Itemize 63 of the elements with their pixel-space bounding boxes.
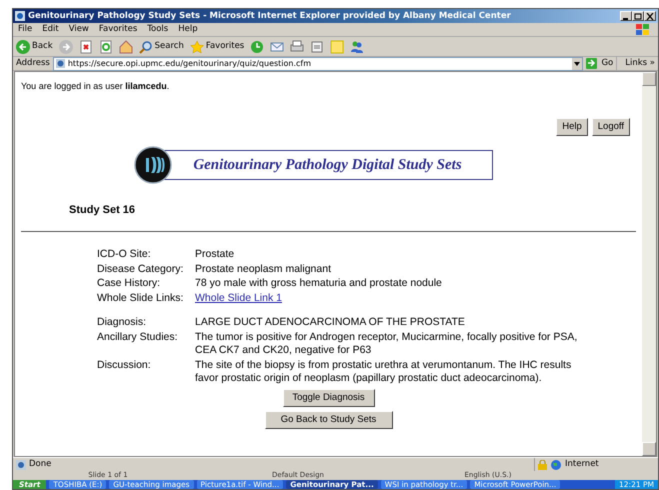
menu-item[interactable]: File: [13, 23, 38, 36]
star-icon: [190, 40, 204, 54]
field-value: The tumor is positive for Androgen receptor, Mucicarmine, focally positive for PSA, CEA CK7 and CK20, negative for P63: [195, 330, 578, 358]
field-label: Case History:: [97, 277, 162, 291]
forward-arrow-icon[interactable]: [58, 40, 73, 54]
close-icon: [646, 12, 654, 20]
envelope-icon[interactable]: [270, 40, 284, 54]
page-button[interactable]: Logoff: [592, 118, 630, 136]
field-value: 78 yo male with gross hematuria and prostate nodule: [195, 277, 443, 291]
field-value: Prostate: [195, 248, 236, 262]
favorites-button[interactable]: Favorites: [186, 40, 248, 54]
close-button[interactable]: [644, 11, 656, 21]
field-label: Discussion:: [97, 358, 152, 373]
status-text: Done: [29, 458, 52, 471]
document-icon[interactable]: [310, 40, 324, 54]
window-title: Genitourinary Pathology Study Sets - Microsoft Internet Explorer provided by Albany Medical Center: [28, 10, 511, 22]
field-value: LARGE DUCT ADENOCARCINOMA OF THE PROSTATE: [195, 316, 466, 330]
menu-item[interactable]: Tools: [142, 23, 174, 36]
minimize-button[interactable]: [620, 11, 632, 21]
page-icon: [16, 460, 26, 470]
go-button[interactable]: Go: [601, 57, 614, 70]
address-field[interactable]: https://secure.opi.upmc.edu/genitourinary/quiz/question.cfm: [52, 56, 584, 70]
go-arrow-icon: [586, 58, 598, 69]
lock-icon: [538, 460, 547, 470]
stop-icon[interactable]: [78, 40, 93, 54]
address-label: Address: [16, 57, 50, 70]
login-message: You are logged in as user lilamcedu.: [21, 80, 170, 93]
field-value: Prostate neoplasm malignant: [195, 262, 332, 276]
field-label: ICD-O Site:: [97, 248, 152, 262]
globe-icon: [551, 460, 561, 470]
back-button[interactable]: Back: [13, 40, 56, 54]
browser-icon: [15, 11, 25, 21]
people-icon[interactable]: [350, 40, 364, 54]
refresh-icon[interactable]: [98, 40, 113, 54]
page-button[interactable]: Help: [556, 118, 588, 136]
field-label: Whole Slide Links:: [97, 292, 184, 306]
menu-item[interactable]: Favorites: [94, 23, 142, 36]
back-arrow-icon: [16, 40, 30, 54]
windows-logo-icon: [634, 24, 650, 36]
field-label: Disease Category:: [97, 262, 184, 276]
logo-icon: [134, 146, 172, 184]
search-icon: [138, 40, 153, 54]
whole-slide-link[interactable]: Whole Slide Link 1: [195, 292, 282, 304]
home-icon[interactable]: [118, 40, 133, 54]
maximize-icon: [634, 12, 642, 20]
field-label: Ancillary Studies:: [97, 330, 179, 345]
study-set-heading: Study Set 16: [69, 202, 136, 218]
url-text: https://secure.opi.upmc.edu/genitourinary/quiz/question.cfm: [68, 58, 312, 70]
page-icon: [56, 59, 65, 68]
printer-icon[interactable]: [290, 40, 304, 54]
menu-item[interactable]: Help: [173, 23, 203, 36]
page-button[interactable]: Toggle Diagnosis: [282, 388, 374, 407]
menu-item[interactable]: View: [64, 23, 94, 36]
menu-item[interactable]: Edit: [37, 23, 64, 36]
links-button[interactable]: Links »: [616, 57, 655, 70]
field-label: Diagnosis:: [97, 316, 148, 330]
maximize-button[interactable]: [632, 11, 644, 21]
scrollbar[interactable]: [642, 72, 656, 456]
page-button[interactable]: Go Back to Study Sets: [264, 411, 392, 430]
search-button[interactable]: Search: [136, 40, 187, 54]
zone-text: Internet: [565, 458, 600, 471]
history-icon[interactable]: [250, 40, 264, 54]
field-value: The site of the biopsy is from prostatic urethra at verumontanum. The IHC results favor prostatic origin of neoplasm (papillary prostatic duct adeocarcinoma).: [195, 358, 572, 386]
